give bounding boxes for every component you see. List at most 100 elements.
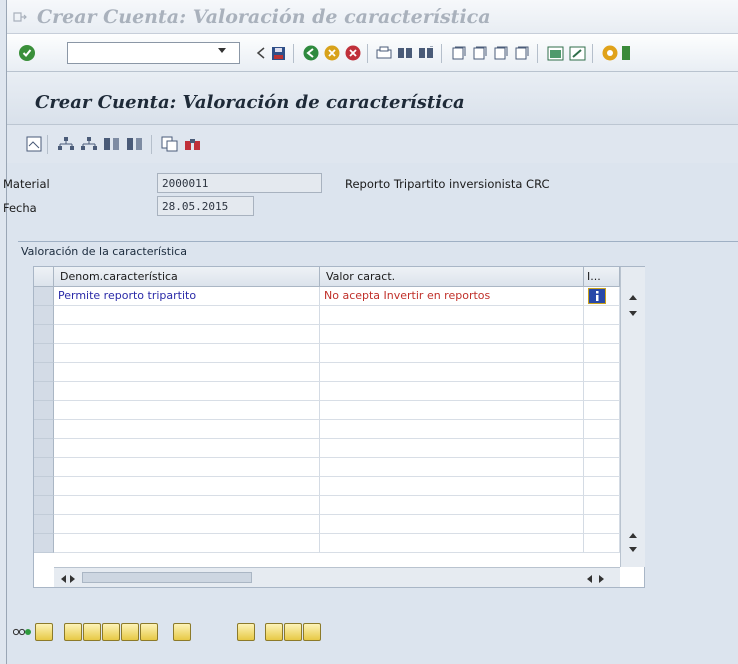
column-header[interactable]: I...	[584, 267, 620, 287]
row-selector[interactable]	[34, 439, 54, 458]
table-row[interactable]	[34, 363, 645, 382]
table-row[interactable]	[34, 325, 645, 344]
characteristic-value-cell[interactable]	[320, 325, 584, 344]
row-selector[interactable]	[34, 325, 54, 344]
first-row-button[interactable]	[83, 623, 101, 641]
row-selector[interactable]	[34, 534, 54, 553]
select-all-header[interactable]	[34, 267, 54, 287]
row-selector[interactable]	[34, 287, 54, 306]
row-selector[interactable]	[34, 515, 54, 534]
row-selector[interactable]	[34, 344, 54, 363]
characteristic-detail-icon[interactable]	[126, 135, 144, 153]
characteristic-value-cell[interactable]	[320, 477, 584, 496]
enter-check-icon[interactable]	[19, 45, 35, 61]
table-row[interactable]	[34, 401, 645, 420]
layout-icon[interactable]	[621, 44, 631, 62]
export-button[interactable]	[303, 623, 321, 641]
characteristic-value-cell[interactable]	[320, 534, 584, 553]
characteristic-value-cell[interactable]	[320, 344, 584, 363]
find-next-icon[interactable]	[417, 44, 435, 62]
table-row[interactable]	[34, 515, 645, 534]
characteristic-value-cell[interactable]	[320, 363, 584, 382]
chevron-down-icon[interactable]	[217, 47, 227, 55]
table-settings-button[interactable]	[173, 623, 191, 641]
characteristic-name-cell[interactable]	[54, 344, 320, 363]
characteristic-value-cell[interactable]	[320, 306, 584, 325]
left-arrow-icon[interactable]	[252, 44, 270, 62]
characteristic-value-cell[interactable]	[320, 401, 584, 420]
shortcut-icon[interactable]	[568, 44, 586, 62]
characteristic-name-cell[interactable]	[54, 439, 320, 458]
back-icon[interactable]	[302, 44, 320, 62]
scroll-down-icon[interactable]	[629, 547, 637, 553]
next-page-icon[interactable]	[492, 44, 510, 62]
column-header[interactable]: Denom.característica	[54, 267, 320, 287]
table-row[interactable]	[34, 344, 645, 363]
hierarchy-expand-icon[interactable]	[80, 135, 98, 153]
table-row[interactable]	[34, 439, 645, 458]
table-row[interactable]: Permite reporto tripartito No acepta Inv…	[34, 287, 645, 306]
characteristic-name-cell[interactable]	[54, 363, 320, 382]
characteristic-value-cell[interactable]	[320, 382, 584, 401]
table-row[interactable]	[34, 420, 645, 439]
prev-row-button[interactable]	[102, 623, 120, 641]
characteristic-name-cell[interactable]	[54, 458, 320, 477]
characteristic-value-cell[interactable]	[320, 458, 584, 477]
characteristic-name-cell[interactable]	[54, 401, 320, 420]
horizontal-scrollbar[interactable]	[54, 567, 620, 587]
column-header[interactable]: Valor caract.	[320, 267, 584, 287]
row-selector[interactable]	[34, 363, 54, 382]
hierarchy-icon[interactable]	[57, 135, 75, 153]
last-page-icon[interactable]	[513, 44, 531, 62]
check-values-button[interactable]	[284, 623, 302, 641]
table-row[interactable]	[34, 534, 645, 553]
scroll-up-icon[interactable]	[629, 532, 637, 538]
material-field[interactable]: 2000011	[157, 173, 322, 193]
copy-row-button[interactable]	[64, 623, 82, 641]
row-selector[interactable]	[34, 496, 54, 515]
prev-page-icon[interactable]	[471, 44, 489, 62]
table-row[interactable]	[34, 382, 645, 401]
find-icon[interactable]	[396, 44, 414, 62]
row-selector[interactable]	[34, 382, 54, 401]
scroll-thumb[interactable]	[82, 572, 252, 583]
characteristic-name-cell[interactable]	[54, 477, 320, 496]
table-row[interactable]	[34, 477, 645, 496]
command-field[interactable]	[67, 42, 240, 64]
scroll-left-icon[interactable]	[586, 575, 592, 583]
row-selector[interactable]	[34, 477, 54, 496]
info-icon[interactable]	[588, 288, 606, 304]
scroll-up-icon[interactable]	[629, 294, 637, 300]
help-icon[interactable]	[601, 44, 619, 62]
first-page-icon[interactable]	[450, 44, 468, 62]
characteristic-value-cell[interactable]: No acepta Invertir en reportos	[320, 287, 584, 306]
table-row[interactable]	[34, 306, 645, 325]
row-selector[interactable]	[34, 401, 54, 420]
row-selector[interactable]	[34, 306, 54, 325]
save-icon[interactable]	[269, 44, 287, 62]
new-session-icon[interactable]	[546, 44, 564, 62]
values-button[interactable]	[265, 623, 283, 641]
cancel-icon[interactable]	[344, 44, 362, 62]
characteristic-name-cell[interactable]	[54, 325, 320, 344]
copy-icon[interactable]	[160, 135, 178, 153]
scroll-down-icon[interactable]	[629, 311, 637, 317]
characteristic-name-cell[interactable]	[54, 306, 320, 325]
characteristic-name-cell[interactable]	[54, 534, 320, 553]
find-button[interactable]	[237, 623, 255, 641]
scroll-left-icon[interactable]	[60, 575, 66, 583]
characteristic-name-cell[interactable]	[54, 496, 320, 515]
characteristic-value-cell[interactable]	[320, 439, 584, 458]
characteristic-value-cell[interactable]	[320, 420, 584, 439]
characteristic-icon[interactable]	[103, 135, 121, 153]
exit-icon[interactable]	[323, 44, 341, 62]
last-row-button[interactable]	[140, 623, 158, 641]
characteristic-value-cell[interactable]	[320, 515, 584, 534]
table-row[interactable]	[34, 496, 645, 515]
binoculars-icon[interactable]	[183, 135, 201, 153]
lock-button[interactable]	[35, 623, 53, 641]
characteristic-name-cell[interactable]: Permite reporto tripartito	[54, 287, 320, 306]
row-selector[interactable]	[34, 420, 54, 439]
vertical-scrollbar[interactable]	[620, 267, 645, 567]
print-icon[interactable]	[375, 44, 393, 62]
